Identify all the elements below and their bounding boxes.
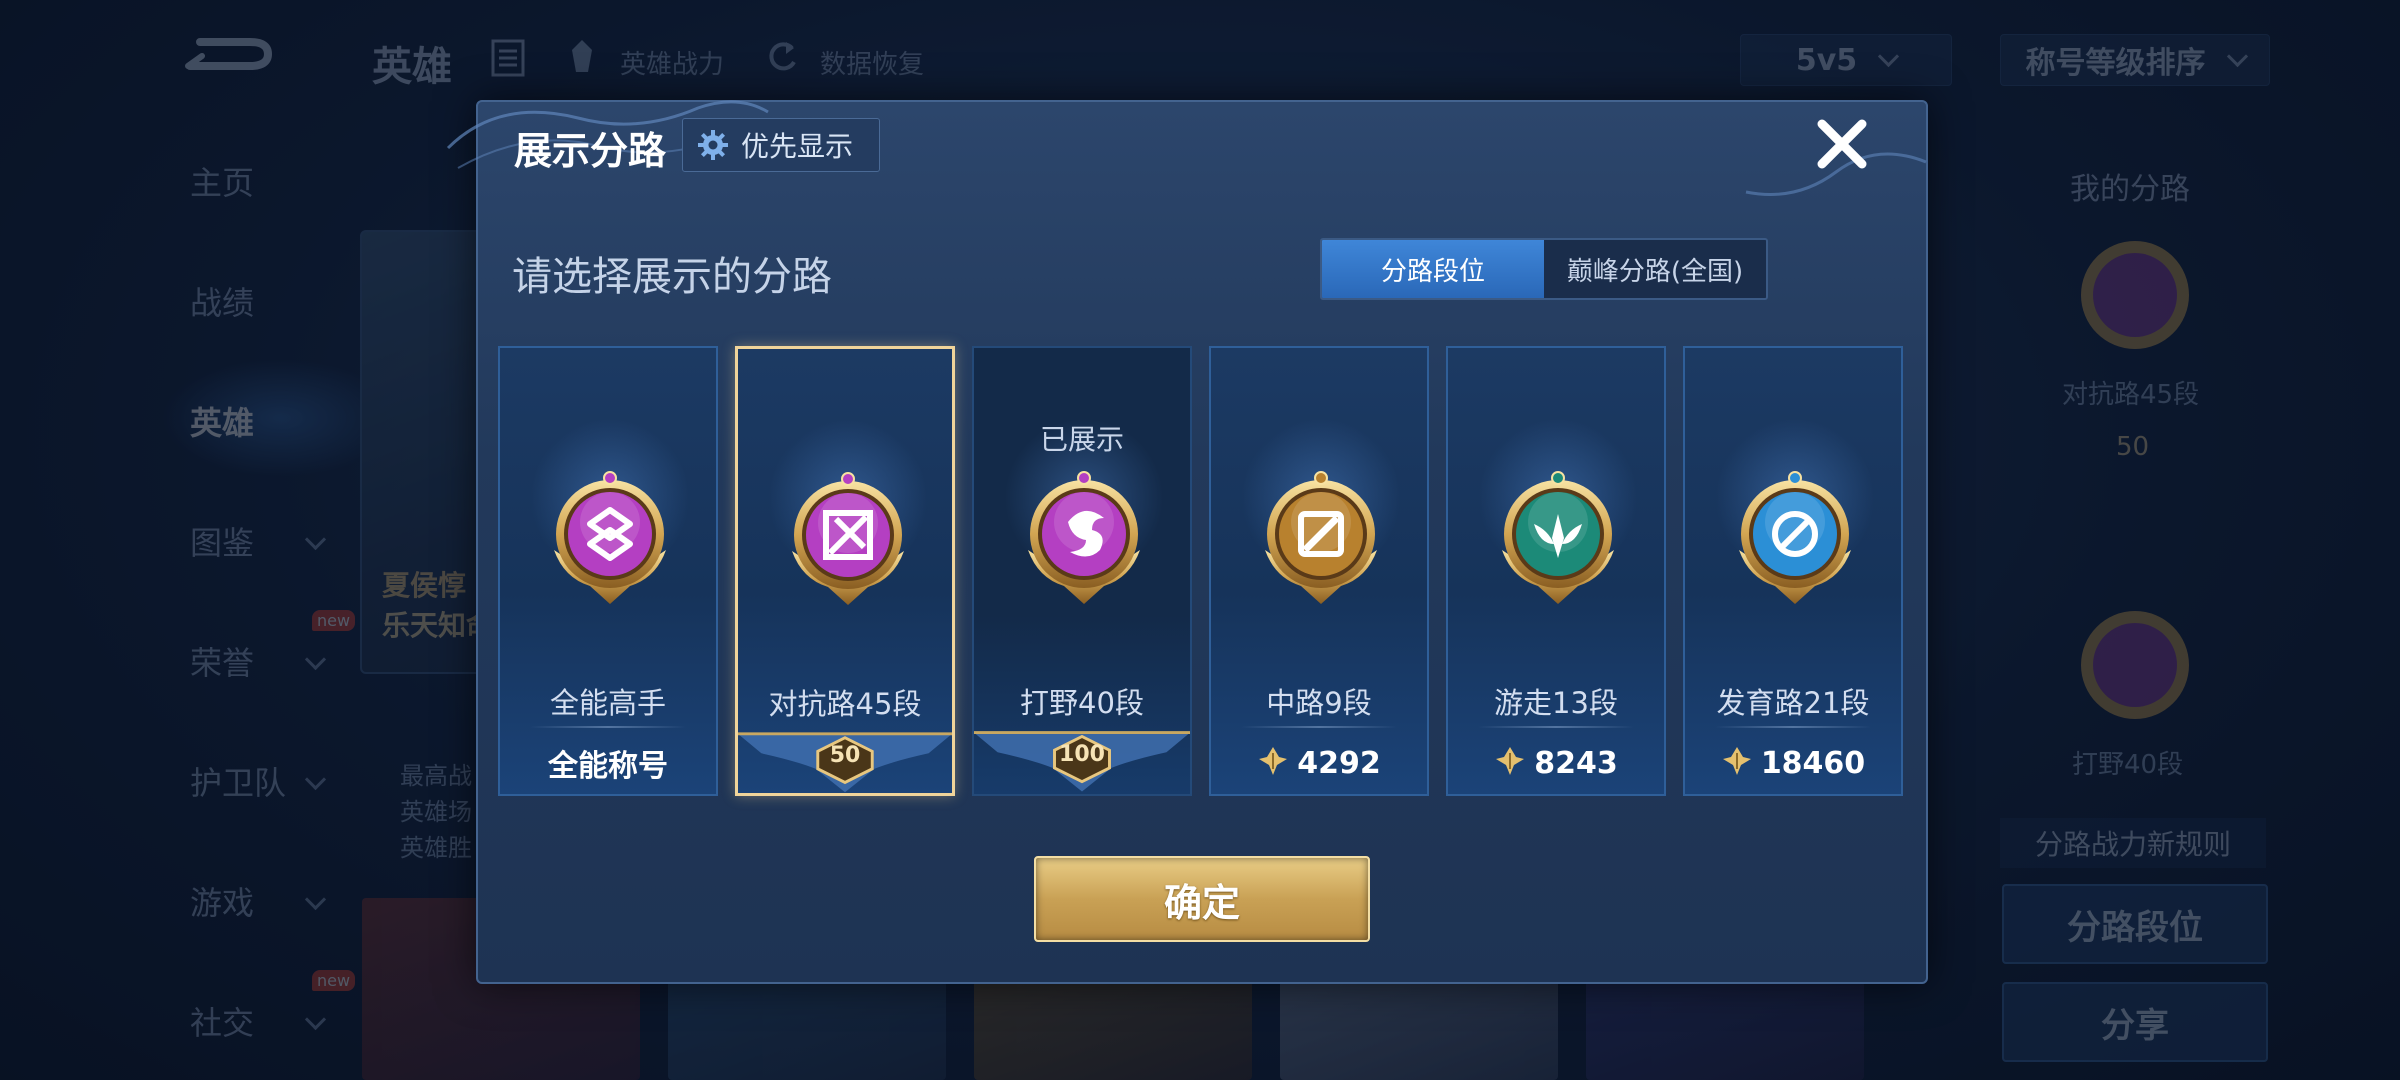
lane-card-name: 打野40段 — [1020, 686, 1144, 720]
power-icon — [1721, 745, 1753, 781]
farm-lane-badge-icon — [1719, 458, 1871, 610]
lane-card-name: 对抗路45段 — [768, 687, 922, 721]
card-footer: 18460 — [1685, 730, 1901, 796]
mid-lane-badge-icon — [1245, 458, 1397, 610]
shown-label: 已展示 — [1039, 423, 1124, 456]
jungle-badge-icon — [1008, 458, 1160, 610]
lane-card-jungle[interactable]: 已展示打野40段 100 — [972, 346, 1192, 796]
lane-power-value: 18460 — [1760, 745, 1866, 781]
confirm-button[interactable]: 确定 — [1034, 856, 1370, 942]
card-footer: 全能称号 — [500, 730, 716, 796]
roam-badge-icon — [1482, 458, 1634, 610]
allround-badge-icon — [534, 458, 686, 610]
card-divider — [1241, 726, 1397, 728]
power-icon — [1494, 745, 1526, 781]
title-label: 全能称号 — [548, 749, 668, 784]
rank-emblem: 100 — [974, 730, 1190, 796]
power-icon — [1257, 745, 1289, 781]
priority-display-button[interactable]: 优先显示 — [682, 118, 880, 172]
lane-card-name: 游走13段 — [1494, 686, 1618, 720]
tab-lane-rank[interactable]: 分路段位 — [1322, 240, 1544, 298]
lane-power-value: 4292 — [1297, 745, 1381, 781]
close-icon[interactable] — [1814, 116, 1870, 172]
priority-display-label: 优先显示 — [741, 130, 854, 163]
card-divider — [1715, 726, 1871, 728]
lane-card-name: 全能高手 — [549, 686, 666, 720]
rank-star-count: 50 — [829, 743, 861, 768]
dialog-title: 展示分路 — [514, 129, 667, 173]
card-footer: 4292 — [1211, 730, 1427, 796]
rank-star-count: 100 — [1059, 742, 1105, 767]
gear-icon — [698, 130, 728, 160]
lane-card-clash-lane[interactable]: 对抗路45段 50 — [735, 346, 955, 796]
lane-power-value: 8243 — [1534, 745, 1618, 781]
lane-tabs: 分路段位 巅峰分路(全国) — [1320, 238, 1768, 300]
tab-peak-lane[interactable]: 巅峰分路(全国) — [1544, 240, 1766, 298]
lane-card-allround[interactable]: 全能高手 全能称号 — [498, 346, 718, 796]
card-divider — [530, 726, 686, 728]
lane-card-name: 发育路21段 — [1716, 686, 1870, 720]
card-divider — [1478, 726, 1634, 728]
clash-lane-badge-icon — [772, 459, 924, 611]
dialog-subtitle: 请选择展示的分路 — [512, 254, 832, 300]
lane-card-mid-lane[interactable]: 中路9段 4292 — [1209, 346, 1429, 796]
lane-card-farm-lane[interactable]: 发育路21段 18460 — [1683, 346, 1903, 796]
display-lane-dialog: 展示分路 优先显示 请选择展示的分路 分路段位 巅峰分路(全国) 全能高手全能称… — [446, 100, 1928, 984]
lane-card-roam[interactable]: 游走13段 8243 — [1446, 346, 1666, 796]
rank-emblem: 50 — [738, 731, 952, 797]
card-footer: 8243 — [1448, 730, 1664, 796]
lane-card-name: 中路9段 — [1266, 686, 1372, 720]
